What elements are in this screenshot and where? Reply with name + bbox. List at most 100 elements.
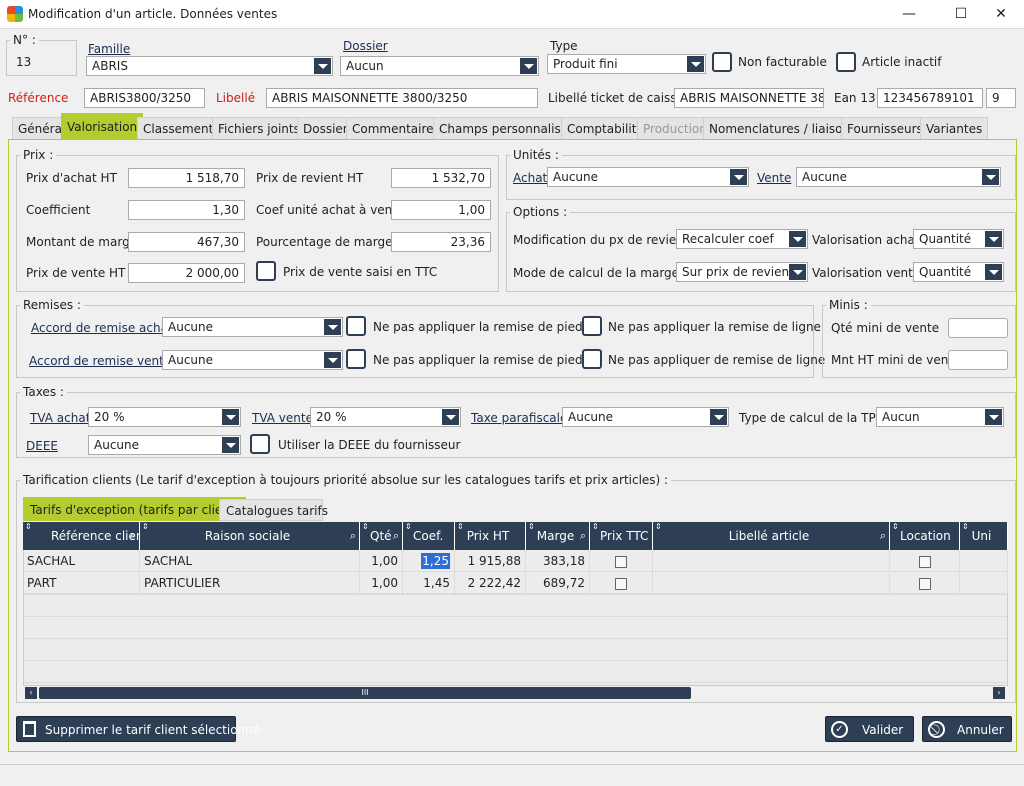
remise-achat-label[interactable]: Accord de remise achat <box>31 321 173 335</box>
tab-fournisseurs[interactable]: Fournisseurs <box>841 117 929 140</box>
prix-ttc-checkbox[interactable] <box>256 261 276 281</box>
tab-champs-personnalises[interactable]: Champs personnalisés <box>433 117 581 140</box>
famille-select[interactable]: ABRIS <box>86 56 333 76</box>
close-button[interactable]: ✕ <box>978 0 1024 29</box>
tab-variantes[interactable]: Variantes <box>920 117 989 140</box>
qte-mini-input[interactable] <box>948 318 1008 338</box>
prix-vente-input[interactable]: 2 000,00 <box>128 263 245 283</box>
column-header[interactable]: ⇕ Prix HT <box>455 522 526 550</box>
famille-label[interactable]: Famille <box>88 42 130 56</box>
table-cell[interactable]: PART <box>23 572 140 594</box>
scroll-left-icon[interactable]: ‹ <box>25 687 37 699</box>
mode-marge-select[interactable]: Sur prix de revient <box>676 262 808 282</box>
remise-ligne-vente-checkbox[interactable] <box>582 349 602 369</box>
table-cell[interactable] <box>590 572 653 594</box>
subtab-catalogues-tarifs[interactable]: Catalogues tarifs <box>219 499 328 521</box>
table-cell[interactable]: 1,25 <box>403 550 455 572</box>
remise-pied-vente-checkbox[interactable] <box>346 349 366 369</box>
valo-vente-select[interactable]: Quantité <box>913 262 1004 282</box>
prix-ttc-checkbox[interactable] <box>615 577 627 590</box>
table-cell[interactable]: SACHAL <box>140 550 360 572</box>
table-cell[interactable]: 1,00 <box>360 572 403 594</box>
mnt-mini-input[interactable] <box>948 350 1008 370</box>
valider-button[interactable]: ✓ Valider <box>825 716 914 742</box>
unite-achat-select[interactable]: Aucune <box>547 167 749 187</box>
column-header[interactable]: ⇕ Location <box>890 522 960 550</box>
prix-ttc-checkbox[interactable] <box>615 555 627 568</box>
montant-marge-input[interactable]: 467,30 <box>128 232 245 252</box>
search-icon[interactable]: ⌕ <box>880 522 886 550</box>
delete-tarif-button[interactable]: Supprimer le tarif client sélectionné <box>16 716 260 742</box>
table-cell[interactable]: 1,00 <box>360 550 403 572</box>
column-header[interactable]: ⇕ Marge ⌕ <box>526 522 590 550</box>
search-icon[interactable]: ⌕ <box>393 522 399 550</box>
type-select[interactable]: Produit fini <box>547 54 706 74</box>
column-header[interactable]: ⇕ Référence client ⌕ <box>23 522 140 550</box>
remise-vente-select[interactable]: Aucune <box>162 350 343 370</box>
prix-achat-input[interactable]: 1 518,70 <box>128 168 245 188</box>
dossier-select[interactable]: Aucun <box>340 56 539 76</box>
column-header[interactable]: ⇕ Raison sociale ⌕ <box>140 522 360 550</box>
pourcentage-marge-input[interactable]: 23,36 <box>391 232 491 252</box>
reference-input[interactable]: ABRIS3800/3250 <box>84 88 205 108</box>
ticket-input[interactable]: ABRIS MAISONNETTE 38 <box>674 88 824 108</box>
dossier-label[interactable]: Dossier <box>343 39 388 53</box>
deee-select[interactable]: Aucune <box>88 435 241 455</box>
search-icon[interactable]: ⌕ <box>580 522 586 550</box>
search-icon[interactable]: ⌕ <box>350 522 356 550</box>
table-cell[interactable]: PARTICULIER <box>140 572 360 594</box>
ean-input[interactable]: 123456789101 <box>877 88 983 108</box>
location-checkbox[interactable] <box>918 555 931 568</box>
tva-vente-select[interactable]: 20 % <box>310 407 461 427</box>
remise-achat-select[interactable]: Aucune <box>162 317 343 337</box>
location-checkbox[interactable] <box>918 577 931 590</box>
annuler-button[interactable]: ⃠ Annuler <box>922 716 1012 742</box>
column-header[interactable]: ⇕ Uni <box>960 522 1008 550</box>
remise-vente-label[interactable]: Accord de remise vente <box>29 354 171 368</box>
remise-pied-achat-checkbox[interactable] <box>346 316 366 336</box>
non-facturable-checkbox[interactable] <box>712 52 732 72</box>
column-header[interactable]: ⇕ Qté ⌕ <box>360 522 403 550</box>
subtab-tarifs-exception[interactable]: Tarifs d'exception (tarifs par client) <box>23 497 247 521</box>
tab-commentaires[interactable]: Commentaires <box>346 117 446 140</box>
horizontal-scrollbar[interactable]: ‹ III › <box>23 685 1008 700</box>
coefficient-input[interactable]: 1,30 <box>128 200 245 220</box>
deee-label[interactable]: DEEE <box>26 439 58 453</box>
table-cell[interactable] <box>890 550 960 572</box>
table-cell[interactable]: SACHAL <box>23 550 140 572</box>
table-cell[interactable] <box>653 572 890 594</box>
search-icon[interactable]: ⌕ <box>130 522 136 550</box>
table-cell[interactable]: 2 222,42 <box>455 572 526 594</box>
tab-fichiers-joints[interactable]: Fichiers joints <box>212 117 306 140</box>
table-cell[interactable]: 383,18 <box>526 550 590 572</box>
unite-vente-select[interactable]: Aucune <box>796 167 1001 187</box>
valo-achat-select[interactable]: Quantité <box>913 229 1004 249</box>
tva-vente-label[interactable]: TVA vente <box>252 411 313 425</box>
scroll-right-icon[interactable]: › <box>993 687 1005 699</box>
unite-vente-label[interactable]: Vente <box>757 171 791 185</box>
table-cell[interactable] <box>960 572 1008 594</box>
taxe-parafiscale-select[interactable]: Aucune <box>562 407 729 427</box>
table-cell[interactable] <box>653 550 890 572</box>
tva-achat-select[interactable]: 20 % <box>88 407 241 427</box>
unite-achat-label[interactable]: Achat <box>513 171 547 185</box>
article-inactif-checkbox[interactable] <box>836 52 856 72</box>
ean-check-input[interactable]: 9 <box>986 88 1016 108</box>
column-header[interactable]: ⇕ Prix TTC <box>590 522 653 550</box>
column-header[interactable]: ⇕ Libellé article ⌕ <box>653 522 890 550</box>
tab-nomenclatures[interactable]: Nomenclatures / liaisons <box>703 117 863 140</box>
table-cell[interactable] <box>590 550 653 572</box>
table-cell[interactable]: 1 915,88 <box>455 550 526 572</box>
remise-ligne-achat-checkbox[interactable] <box>582 316 602 336</box>
scroll-thumb[interactable]: III <box>39 687 691 699</box>
taxe-parafiscale-label[interactable]: Taxe parafiscale <box>471 411 567 425</box>
minimize-button[interactable]: — <box>886 0 932 29</box>
tva-achat-label[interactable]: TVA achat <box>30 411 90 425</box>
table-cell[interactable] <box>890 572 960 594</box>
libelle-input[interactable]: ABRIS MAISONNETTE 3800/3250 <box>266 88 538 108</box>
deee-fournisseur-checkbox[interactable] <box>250 434 270 454</box>
coef-unite-input[interactable]: 1,00 <box>391 200 491 220</box>
table-cell[interactable] <box>960 550 1008 572</box>
table-cell[interactable]: 689,72 <box>526 572 590 594</box>
tpf-select[interactable]: Aucun <box>876 407 1004 427</box>
